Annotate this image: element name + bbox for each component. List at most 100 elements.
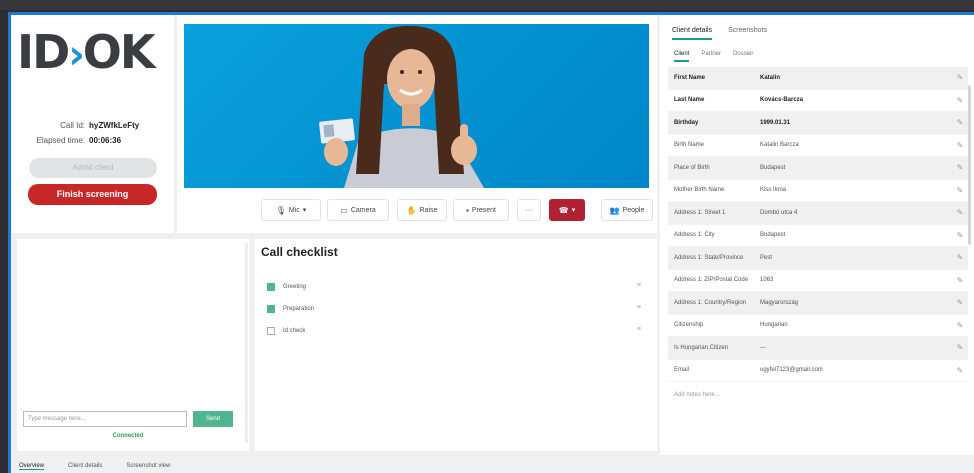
detail-key: Address 1: State/Province (674, 254, 744, 261)
edit-pencil-icon[interactable]: ✎ (952, 186, 968, 195)
edit-pencil-icon[interactable]: ✎ (952, 163, 968, 172)
finish-screening-button[interactable]: Finish screening (28, 184, 157, 205)
checklist-item[interactable]: Id check (267, 327, 305, 335)
edit-pencil-icon[interactable]: ✎ (952, 298, 968, 307)
notes-input[interactable]: Add notes here... (674, 392, 720, 398)
detail-row: Citizenship Hungarian ✎ (668, 315, 968, 337)
detail-value: Budapest (760, 164, 786, 171)
edit-pencil-icon[interactable]: ✎ (952, 321, 968, 330)
tab-screenshots[interactable]: Screenshots (728, 27, 767, 40)
edit-pencil-icon[interactable]: ✎ (952, 253, 968, 262)
edit-pencil-icon[interactable]: ✎ (952, 118, 968, 127)
checkbox[interactable] (267, 305, 275, 313)
detail-value: Katalin (760, 74, 781, 81)
checklist-item-label: Preparation (283, 306, 315, 312)
detail-value: Hungarian (760, 322, 788, 329)
participant-video-image (319, 25, 484, 188)
detail-row: Address 1: City Budapest ✎ (668, 225, 968, 247)
people-icon: 👥 (609, 205, 620, 215)
subtab-client[interactable]: Client (674, 51, 690, 62)
end-call-button[interactable]: ☎ ▾ (549, 199, 585, 221)
checklist-title: Call checklist (261, 245, 338, 259)
edit-pencil-icon[interactable]: ✎ (952, 96, 968, 105)
detail-row: Last Name Kovács-Barcza ✎ (668, 90, 968, 112)
camera-button[interactable]: ▭ Camera (327, 199, 389, 221)
subtab-partner[interactable]: Partner (701, 51, 721, 62)
bottom-tabs: Overview Client details Screenshot view (11, 459, 974, 473)
window-top-bar (0, 0, 974, 10)
elapsed-time-label: Elapsed time: (36, 136, 85, 145)
detail-row: Email ugyfel7123@gmail.com ✎ (668, 360, 968, 382)
edit-pencil-icon[interactable]: ✎ (952, 366, 968, 375)
detail-value: Budapest (760, 232, 786, 239)
detail-value: Katalin Barcza (760, 142, 799, 149)
detail-value: Kovács-Barcza (760, 97, 804, 104)
detail-row: Address 1: ZIP/Postal Code 1063 ✎ (668, 270, 968, 292)
microphone-icon: 🎙 (275, 205, 286, 215)
drag-handle-icon[interactable]: ≡ (637, 326, 641, 333)
idok-logo: ID›OK (17, 25, 156, 79)
detail-value: Pest (760, 254, 773, 261)
tab-client-details[interactable]: Client details (672, 27, 713, 40)
send-button[interactable]: Send (193, 411, 233, 427)
client-details-table: First Name Katalin ✎ Last Name Kovács-Barcza… (668, 67, 968, 382)
edit-pencil-icon[interactable]: ✎ (952, 141, 968, 150)
people-button[interactable]: 👥 People (601, 199, 653, 221)
drag-handle-icon[interactable]: ≡ (637, 282, 641, 289)
admit-client-button[interactable]: Admit client (29, 158, 157, 178)
checklist-item[interactable]: Preparation (267, 305, 314, 313)
detail-key: First Name (674, 74, 706, 81)
chevron-down-icon: ▾ (302, 207, 307, 214)
detail-key: Birth Name (674, 142, 705, 149)
connection-status: Connected (112, 433, 144, 439)
checkbox[interactable] (267, 283, 275, 291)
raise-hand-button[interactable]: ✋ Raise (397, 199, 447, 221)
edit-pencil-icon[interactable]: ✎ (952, 208, 968, 217)
tab-client-details-bottom[interactable]: Client details (68, 463, 102, 469)
edit-pencil-icon[interactable]: ✎ (952, 73, 968, 82)
edit-pencil-icon[interactable]: ✎ (952, 343, 968, 352)
present-button[interactable]: ▪ Present (453, 199, 509, 221)
detail-key: Email (674, 367, 690, 374)
edit-pencil-icon[interactable]: ✎ (952, 276, 968, 285)
elapsed-time-value: 00:06:36 (89, 136, 122, 145)
phone-hangup-icon: ☎ (558, 205, 569, 215)
detail-row: First Name Katalin ✎ (668, 67, 968, 90)
tab-screenshot-view[interactable]: Screenshot view (126, 463, 170, 469)
video-feed (184, 24, 649, 188)
detail-row: Place of Birth Budapest ✎ (668, 157, 968, 180)
logo-chevron-icon: › (68, 32, 85, 78)
detail-value: Magyarország (760, 299, 799, 306)
chat-scrollbar[interactable] (245, 243, 248, 443)
chat-message-input[interactable]: Type message here... (23, 411, 187, 427)
detail-key: Is Hungarian Citizen (674, 344, 729, 351)
detail-key: Last Name (674, 97, 705, 104)
checklist-item[interactable]: Greeting (267, 283, 306, 291)
checklist-panel: Call checklist Greeting ≡ Preparation ≡ Id c… (255, 239, 657, 451)
tab-overview[interactable]: Overview (19, 463, 45, 470)
call-info-panel: ID›OK Call Id: hyZWfkLeFty Elapsed time:… (11, 15, 174, 233)
detail-row: Address 1: State/Province Pest ✎ (668, 247, 968, 270)
drag-handle-icon[interactable]: ≡ (637, 304, 641, 311)
detail-value: 1063 (760, 277, 774, 284)
detail-row: Address 1: Street 1 Dombó utca 4 ✎ (668, 202, 968, 225)
subtab-dossier[interactable]: Dossier (733, 51, 753, 62)
details-tabs: Client details Screenshots (672, 27, 767, 40)
edit-pencil-icon[interactable]: ✎ (952, 231, 968, 240)
checkbox[interactable] (267, 327, 275, 335)
more-button[interactable]: ··· (517, 199, 541, 221)
mic-button[interactable]: 🎙 Mic ▾ (261, 199, 321, 221)
hand-icon: ✋ (406, 205, 417, 215)
detail-key: Place of Birth (674, 164, 710, 171)
elapsed-time: Elapsed time: 00:06:36 (11, 136, 174, 145)
present-icon: ▪ (466, 205, 469, 215)
detail-value: Dombó utca 4 (760, 209, 798, 216)
call-controls: 🎙 Mic ▾ ▭ Camera ✋ Raise ▪ Present ··· ☎ ▾ 👥 Pe… (177, 199, 657, 223)
details-scrollbar[interactable] (968, 85, 971, 245)
client-details-panel: Client details Screenshots Client Partne… (660, 15, 974, 455)
detail-key: Address 1: Street 1 (674, 209, 726, 216)
detail-key: Mother Birth Name (674, 187, 725, 194)
detail-value: Kiss Ilona (760, 187, 787, 194)
call-id-label: Call Id: (60, 121, 85, 130)
detail-value: 1999.01.31 (760, 119, 791, 126)
